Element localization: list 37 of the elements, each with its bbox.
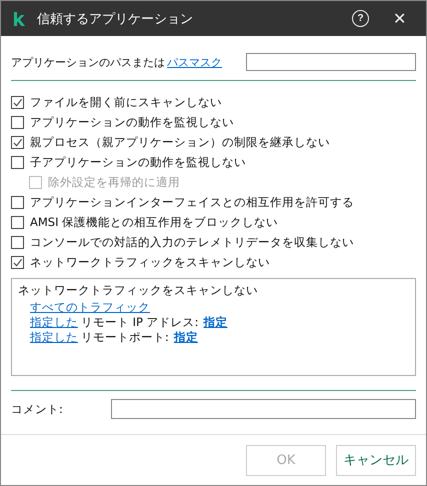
path-input-field[interactable] — [246, 53, 416, 71]
option-checkbox[interactable]: 子アプリケーションの動作を監視しない — [11, 152, 416, 172]
comment-label: コメント: — [11, 402, 63, 416]
link[interactable]: すべてのトラフィック — [30, 300, 150, 315]
check-icon — [12, 136, 23, 148]
link[interactable]: 指定した — [30, 330, 78, 345]
dialog-button[interactable]: キャンセル — [336, 444, 416, 476]
path-label: アプリケーションのパスまたは — [11, 54, 165, 70]
check-icon — [12, 256, 23, 268]
option-checkbox[interactable]: AMSI 保護機能との相互作用をブロックしない — [11, 212, 416, 232]
details-text: リモート IP アドレス: — [81, 315, 199, 330]
option-checkbox[interactable]: アプリケーションの動作を監視しない — [11, 112, 416, 132]
link[interactable]: 指定した — [30, 315, 78, 330]
option-checkbox[interactable]: ファイルを開く前にスキャンしない — [11, 92, 416, 112]
k-logo-icon — [13, 12, 25, 26]
path-mask-link[interactable]: パスマスク — [167, 54, 222, 70]
window-title: 信頼するアプリケーション — [37, 10, 194, 28]
help-button[interactable]: ? — [352, 10, 369, 27]
checkbox[interactable] — [11, 196, 24, 208]
comment-input-field[interactable] — [111, 399, 416, 419]
close-button[interactable]: ✕ — [393, 8, 406, 28]
option-checkbox[interactable]: ネットワークトラフィックをスキャンしない — [11, 252, 416, 272]
details-text: リモートポート: — [81, 330, 169, 345]
link[interactable]: 指定 — [204, 315, 228, 330]
checkbox[interactable] — [11, 236, 24, 248]
option-checkbox[interactable]: コンソールでの対話的入力のテレメトリデータを収集しない — [11, 232, 416, 252]
checkbox[interactable] — [11, 156, 24, 168]
checkbox[interactable] — [11, 96, 24, 108]
link[interactable]: 指定 — [174, 330, 198, 345]
option-checkbox[interactable]: 親プロセス（親アプリケーション）の制限を継承しない — [11, 132, 416, 152]
checkbox[interactable] — [11, 216, 24, 228]
checkbox[interactable] — [11, 256, 24, 268]
option-checkbox[interactable]: アプリケーションインターフェイスとの相互作用を許可する — [11, 192, 416, 212]
details-heading: ネットワークトラフィックをスキャンしない — [18, 283, 259, 298]
checkbox[interactable] — [11, 116, 24, 128]
checkbox[interactable] — [11, 136, 24, 148]
check-icon — [12, 96, 23, 108]
